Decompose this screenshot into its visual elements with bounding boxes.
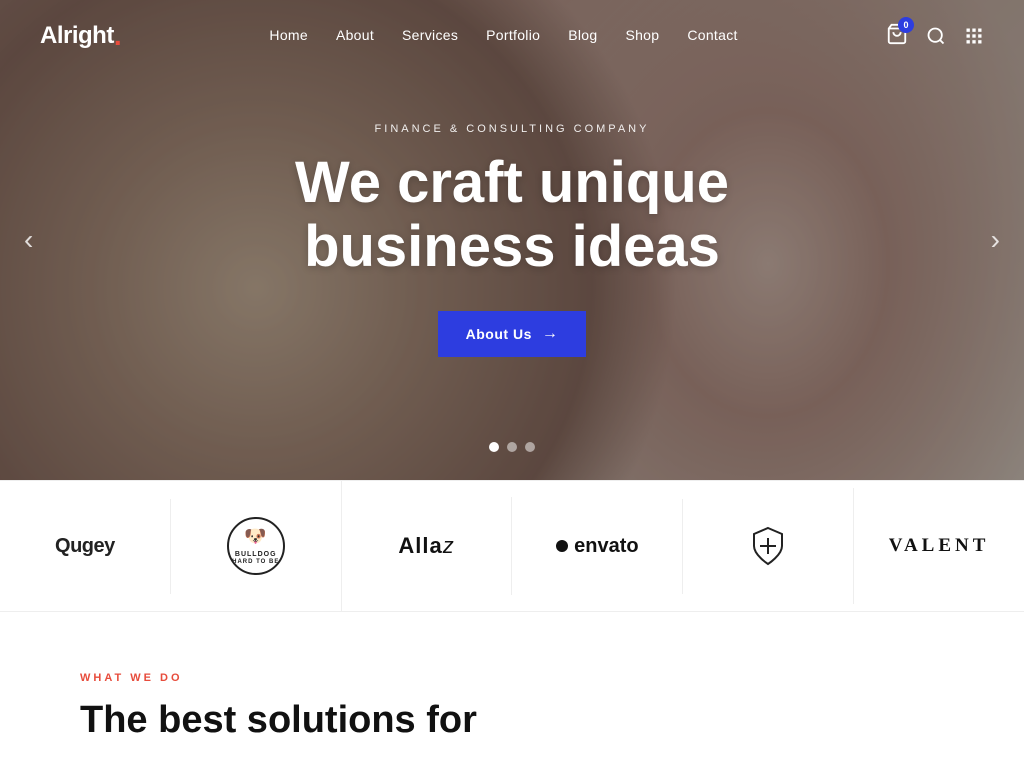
- main-nav: Home About Services Portfolio Blog Shop …: [269, 27, 737, 45]
- hero-cta-arrow: →: [542, 325, 559, 343]
- logo-dot: .: [114, 22, 121, 50]
- logo-shield[interactable]: [683, 488, 854, 604]
- hero-cta-button[interactable]: About Us →: [438, 311, 587, 357]
- hero-title-line1: We craft unique: [295, 150, 729, 215]
- bulldog-line2: HARD TO BE: [232, 559, 279, 567]
- search-button[interactable]: [926, 26, 946, 46]
- navbar-actions: 0: [886, 23, 984, 50]
- navbar: Alright. Home About Services Portfolio B…: [0, 0, 1024, 72]
- hero-title: We craft unique business ideas: [295, 151, 729, 279]
- slider-dot-1[interactable]: [489, 442, 499, 452]
- grid-menu-button[interactable]: [964, 26, 984, 46]
- shield-icon: [746, 524, 790, 568]
- section-title: The best solutions for: [80, 698, 944, 744]
- logo-bulldog[interactable]: 🐶 BULLDOG HARD TO BE: [171, 481, 342, 611]
- bulldog-line1: BULLDOG: [235, 550, 277, 559]
- logos-section: Qugey 🐶 BULLDOG HARD TO BE Allaz envato …: [0, 480, 1024, 612]
- hero-slider: ‹ Finance & Consulting Company We craft …: [0, 0, 1024, 480]
- grid-icon: [964, 26, 984, 46]
- cart-button[interactable]: 0: [886, 23, 908, 50]
- envato-dot: [556, 540, 568, 552]
- valent-text: VALENT: [889, 535, 990, 557]
- site-logo[interactable]: Alright.: [40, 22, 121, 50]
- logo-allaz[interactable]: Allaz: [342, 497, 513, 595]
- slider-dots: [489, 442, 535, 452]
- search-icon: [926, 26, 946, 46]
- nav-shop[interactable]: Shop: [625, 27, 659, 43]
- allaz-text: Allaz: [398, 533, 454, 559]
- cart-badge: 0: [898, 17, 914, 33]
- logo-envato[interactable]: envato: [512, 499, 683, 594]
- section-title-text: The best solutions for: [80, 699, 477, 741]
- envato-text: envato: [556, 535, 638, 558]
- what-we-do-label: WHAT WE DO: [80, 672, 944, 684]
- logo-valent[interactable]: VALENT: [854, 499, 1024, 593]
- hero-subtitle: Finance & Consulting Company: [375, 123, 650, 135]
- hero-cta-label: About Us: [466, 326, 532, 342]
- hero-content: Finance & Consulting Company We craft un…: [0, 0, 1024, 480]
- nav-portfolio[interactable]: Portfolio: [486, 27, 540, 43]
- nav-contact[interactable]: Contact: [687, 27, 737, 43]
- bulldog-face: 🐶: [244, 525, 267, 548]
- nav-services[interactable]: Services: [402, 27, 458, 43]
- slider-next-button[interactable]: ›: [979, 216, 1012, 264]
- logo-text: Alright: [40, 22, 114, 50]
- bulldog-circle: 🐶 BULLDOG HARD TO BE: [227, 517, 285, 575]
- qugey-text: Qugey: [55, 535, 115, 558]
- envato-label: envato: [574, 535, 638, 558]
- bulldog-logo: 🐶 BULLDOG HARD TO BE: [227, 517, 285, 575]
- what-we-do-section: WHAT WE DO The best solutions for: [0, 612, 1024, 784]
- slider-dot-3[interactable]: [525, 442, 535, 452]
- nav-blog[interactable]: Blog: [568, 27, 597, 43]
- nav-about[interactable]: About: [336, 27, 374, 43]
- logo-qugey[interactable]: Qugey: [0, 499, 171, 594]
- slider-prev-button[interactable]: ‹: [12, 216, 45, 264]
- hero-title-line2: business ideas: [304, 214, 720, 279]
- slider-dot-2[interactable]: [507, 442, 517, 452]
- nav-home[interactable]: Home: [269, 27, 308, 43]
